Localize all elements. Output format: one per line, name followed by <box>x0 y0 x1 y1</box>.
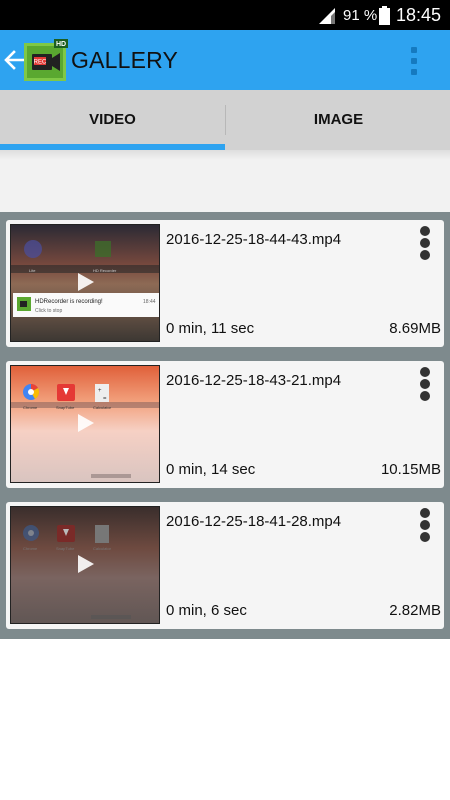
app-logo: REC HD <box>24 39 68 81</box>
page-title: GALLERY <box>71 47 179 73</box>
video-thumbnail[interactable]: + = Chrome SnapTube Calculator <box>10 365 160 483</box>
video-list: Lite HD Recorder HDRecorder is recording… <box>0 212 450 639</box>
svg-text:Calculator: Calculator <box>93 405 112 410</box>
video-item[interactable]: + = Chrome SnapTube Calculator 2016-12-2… <box>6 361 444 488</box>
svg-text:HDRecorder is recording!: HDRecorder is recording! <box>35 299 103 305</box>
svg-text:Calculator: Calculator <box>93 546 112 551</box>
more-options-icon[interactable] <box>417 367 433 403</box>
tab-shadow <box>0 150 450 160</box>
app-bar: REC HD GALLERY <box>0 30 450 90</box>
status-bar: 91 % 18:45 <box>0 0 450 30</box>
tab-image[interactable]: IMAGE <box>226 90 450 148</box>
signal-icon <box>319 8 335 24</box>
video-thumbnail[interactable]: Lite HD Recorder HDRecorder is recording… <box>10 224 160 342</box>
video-filename: 2016-12-25-18-43-21.mp4 <box>166 372 342 389</box>
more-options-icon[interactable] <box>417 226 433 262</box>
video-duration: 0 min, 14 sec <box>166 461 256 478</box>
svg-text:HD: HD <box>56 41 66 48</box>
svg-text:Click to stop: Click to stop <box>35 308 62 314</box>
video-size: 8.69MB <box>389 320 441 337</box>
svg-text:Lite: Lite <box>29 268 36 273</box>
svg-text:Chrome: Chrome <box>23 546 38 551</box>
svg-text:REC: REC <box>34 60 47 66</box>
svg-text:+: + <box>98 388 102 394</box>
video-duration: 0 min, 11 sec <box>166 320 255 337</box>
overflow-menu-icon[interactable] <box>406 45 422 77</box>
video-item[interactable]: Lite HD Recorder HDRecorder is recording… <box>6 220 444 347</box>
svg-text:=: = <box>103 396 107 402</box>
svg-text:Chrome: Chrome <box>23 405 38 410</box>
list-header-space <box>0 160 450 212</box>
video-filename: 2016-12-25-18-41-28.mp4 <box>166 513 342 530</box>
svg-text:18:44: 18:44 <box>143 299 156 305</box>
video-item[interactable]: Chrome SnapTube Calculator 2016-12-25-18… <box>6 502 444 629</box>
tab-bar: VIDEO IMAGE <box>0 90 450 150</box>
svg-text:SnapTube: SnapTube <box>56 546 75 551</box>
battery-percent: 91 % <box>343 7 378 24</box>
battery-icon <box>379 6 390 25</box>
video-duration: 0 min, 6 sec <box>166 602 247 619</box>
clock: 18:45 <box>396 5 442 25</box>
video-size: 2.82MB <box>389 602 441 619</box>
svg-text:HD Recorder: HD Recorder <box>93 268 117 273</box>
video-thumbnail[interactable]: Chrome SnapTube Calculator <box>10 506 160 624</box>
more-options-icon[interactable] <box>417 508 433 544</box>
video-size: 10.15MB <box>380 461 441 478</box>
svg-text:SnapTube: SnapTube <box>56 405 75 410</box>
video-filename: 2016-12-25-18-44-43.mp4 <box>166 231 342 248</box>
tab-video[interactable]: VIDEO <box>0 90 225 148</box>
